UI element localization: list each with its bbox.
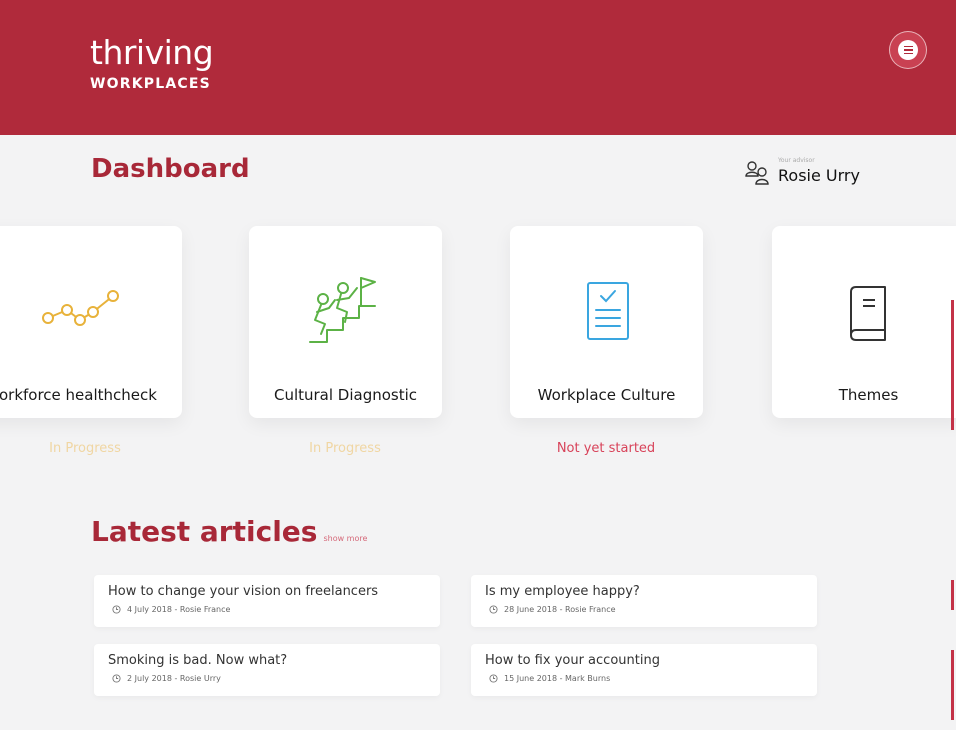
page-title: Dashboard: [91, 154, 250, 184]
article-card[interactable]: Smoking is bad. Now what? 2 July 2018 - …: [94, 644, 440, 696]
article-title: Is my employee happy?: [485, 584, 640, 599]
logo-wordmark: thriving: [90, 33, 214, 72]
card-label: Themes: [838, 386, 899, 404]
clock-icon: [112, 605, 121, 614]
card-status: In Progress: [309, 441, 381, 456]
article-date-author: 4 July 2018 - Rosie France: [127, 605, 231, 614]
article-date-author: 15 June 2018 - Mark Burns: [504, 674, 611, 683]
card-workplace-culture[interactable]: Workplace Culture: [510, 226, 703, 418]
article-title: Smoking is bad. Now what?: [108, 653, 288, 668]
clock-icon: [489, 674, 498, 683]
hamburger-icon: [898, 40, 918, 60]
advisor-info[interactable]: Your advisor Rosie Urry: [744, 157, 860, 186]
card-label: Cultural Diagnostic: [273, 386, 418, 404]
climbing-team-flag-icon: [309, 277, 376, 343]
article-date-author: 2 July 2018 - Rosie Urry: [127, 674, 221, 683]
checklist-clipboard-icon: [587, 282, 629, 340]
article-meta: 4 July 2018 - Rosie France: [112, 605, 426, 614]
edge-accent: [951, 650, 954, 720]
card-status: Not yet started: [556, 441, 656, 456]
app-header: thriving WORKPLACES: [0, 0, 956, 135]
article-card[interactable]: Is my employee happy? 28 June 2018 - Ros…: [471, 575, 817, 627]
article-title: How to change your vision on freelancers: [108, 584, 379, 599]
card-status: In Progress: [49, 441, 121, 456]
logo-subtitle: WORKPLACES: [90, 76, 211, 92]
menu-button[interactable]: [889, 31, 927, 69]
clock-icon: [489, 605, 498, 614]
article-meta: 2 July 2018 - Rosie Urry: [112, 674, 426, 683]
card-cultural-diagnostic[interactable]: Cultural Diagnostic: [249, 226, 442, 418]
article-date-author: 28 June 2018 - Rosie France: [504, 605, 616, 614]
advisor-name: Rosie Urry: [778, 166, 860, 185]
book-icon: [850, 286, 886, 341]
article-card[interactable]: How to fix your accounting 15 June 2018 …: [471, 644, 817, 696]
thriving-workplaces-logo[interactable]: thriving WORKPLACES: [90, 33, 214, 93]
card-workforce-healthcheck[interactable]: Workforce healthcheck: [0, 226, 182, 418]
connected-dots-chart-icon: [42, 290, 119, 326]
edge-accent: [951, 300, 954, 430]
users-icon: [745, 161, 769, 185]
card-label: Workplace Culture: [537, 386, 676, 404]
card-themes[interactable]: Themes: [772, 226, 956, 418]
article-meta: 15 June 2018 - Mark Burns: [489, 674, 803, 683]
article-card[interactable]: How to change your vision on freelancers…: [94, 575, 440, 627]
article-title: How to fix your accounting: [485, 653, 660, 668]
article-meta: 28 June 2018 - Rosie France: [489, 605, 803, 614]
section-title: Latest articles: [91, 515, 318, 548]
clock-icon: [112, 674, 121, 683]
latest-articles-heading: Latest articles show more: [91, 515, 367, 548]
edge-accent: [951, 580, 954, 610]
advisor-caption: Your advisor: [778, 157, 815, 164]
card-label: Workforce healthcheck: [0, 386, 157, 404]
show-more-link[interactable]: show more: [323, 534, 367, 543]
